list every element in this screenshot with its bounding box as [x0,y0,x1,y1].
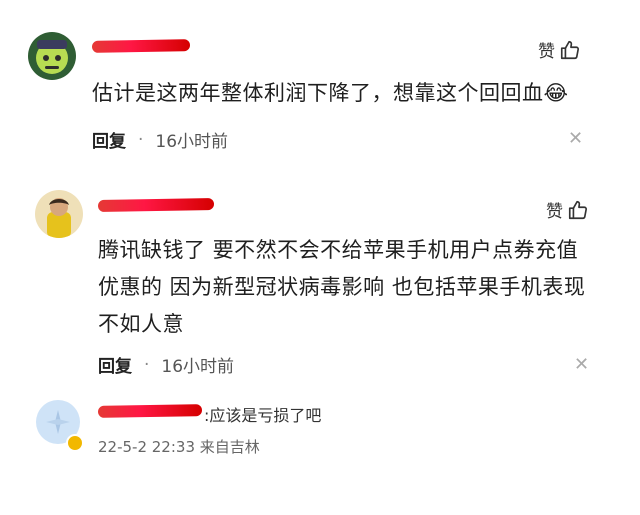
like-button[interactable]: 赞 [538,37,581,62]
timestamp: 16小时前 [155,132,229,152]
like-button[interactable]: 赞 [546,197,589,222]
avatar[interactable] [28,32,76,80]
redacted-username [97,197,215,213]
redacted-username [97,404,203,418]
reply-location: 来自吉林 [199,438,260,456]
reply-text: :应该是亏损了吧 [204,406,322,425]
comment-body: 腾讯缺钱了 要不然不会不给苹果手机用户点券充值优惠的 因为新型冠状病毒影响 也包… [98,238,586,336]
thumbs-up-icon [568,200,588,219]
close-icon[interactable]: ✕ [568,128,583,149]
close-icon[interactable]: ✕ [574,354,589,375]
avatar[interactable] [35,190,83,238]
reply-button[interactable]: 回复 [98,352,132,377]
like-label: 赞 [538,42,555,62]
reply-datetime: 22-5-2 22:33 [98,438,195,456]
comment-body: 估计是这两年整体利润下降了，想靠这个回回血😂 [92,81,569,105]
like-label: 赞 [546,202,563,222]
redacted-username [91,39,191,53]
verified-badge-icon [66,434,84,452]
reply-button[interactable]: 回复 [92,127,126,152]
reply-meta: 22-5-2 22:33 来自吉林 [98,436,260,457]
timestamp: 16小时前 [161,357,235,377]
thumbs-up-icon [560,40,580,59]
separator-dot: · [138,129,144,150]
comment-meta: 回复 · 16小时前 [98,352,235,378]
comment-meta: 回复 · 16小时前 [92,127,229,153]
separator-dot: · [144,354,150,375]
